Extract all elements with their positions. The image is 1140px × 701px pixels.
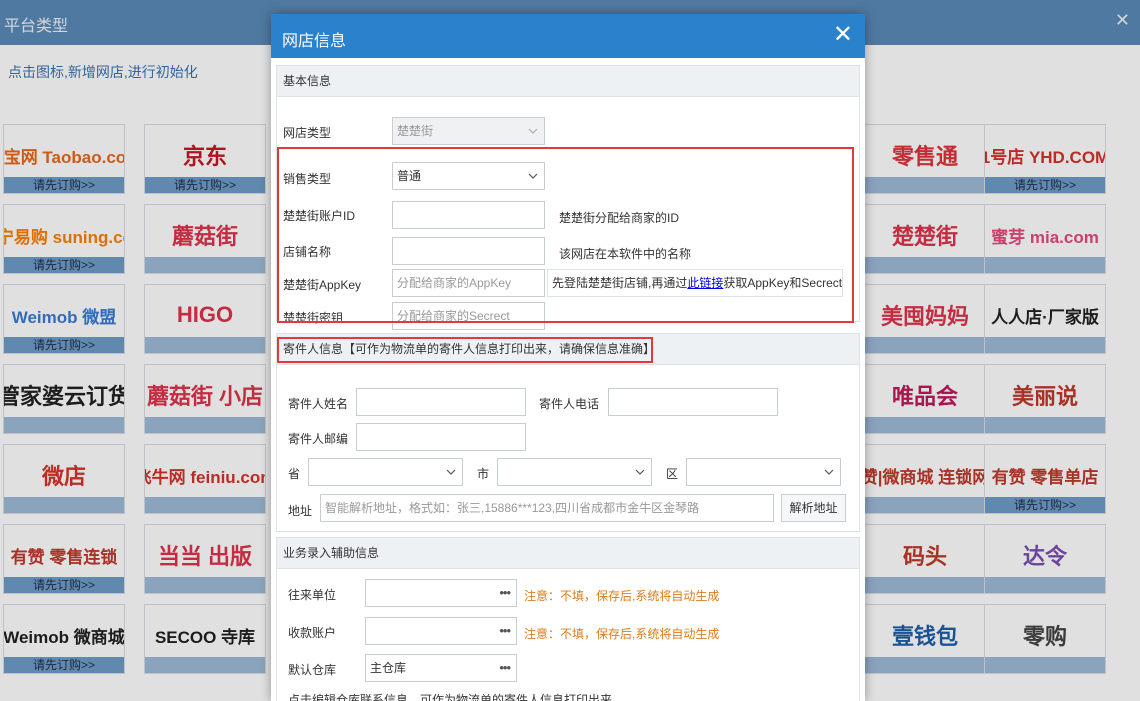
chevron-down-icon <box>528 128 538 134</box>
dialog-body: 基本信息 网店类型 楚楚街 销售类型 普通 楚楚街账户ID 楚楚街分配给商家的I… <box>271 58 865 701</box>
dialog-header: 网店信息 ✕ <box>271 14 865 58</box>
receipt-account-note: 注意：不填，保存后,系统将自动生成 <box>524 627 720 641</box>
city-select[interactable] <box>497 458 652 486</box>
chevron-down-icon <box>635 469 645 475</box>
shop-info-dialog: 网店信息 ✕ 基本信息 网店类型 楚楚街 销售类型 普通 楚楚街账户ID 楚楚街… <box>271 14 865 701</box>
sender-name-label: 寄件人姓名 <box>288 397 349 411</box>
more-icon[interactable]: ••• <box>499 655 511 681</box>
close-icon[interactable]: ✕ <box>833 23 853 47</box>
dialog-title: 网店信息 <box>282 33 347 50</box>
province-select[interactable] <box>308 458 463 486</box>
more-icon[interactable]: ••• <box>499 580 511 606</box>
parse-address-button[interactable]: 解析地址 <box>781 494 846 522</box>
shop-type-select[interactable]: 楚楚街 <box>392 117 545 145</box>
business-info-section: 业务录入辅助信息 <box>276 537 860 701</box>
warehouse-input[interactable]: 主仓库 ••• <box>365 654 517 682</box>
shop-type-value: 楚楚街 <box>397 124 434 138</box>
shop-type-label: 网店类型 <box>283 126 332 140</box>
highlight-box-sender <box>277 337 653 363</box>
basic-info-header: 基本信息 <box>277 66 859 97</box>
warehouse-value: 主仓库 <box>370 661 407 675</box>
more-icon[interactable]: ••• <box>499 618 511 644</box>
warehouse-label: 默认仓库 <box>288 663 337 677</box>
sender-postcode-input[interactable] <box>356 423 526 451</box>
sender-phone-label: 寄件人电话 <box>539 397 600 411</box>
business-info-header: 业务录入辅助信息 <box>277 538 859 569</box>
chevron-down-icon <box>446 469 456 475</box>
chevron-down-icon <box>824 469 834 475</box>
sender-phone-input[interactable] <box>608 388 778 416</box>
receipt-account-input[interactable]: ••• <box>365 617 517 645</box>
highlight-box-basic <box>277 147 854 323</box>
province-label: 省 <box>288 467 301 481</box>
address-input[interactable]: 智能解析地址，格式如：张三,15886***123,四川省成都市金牛区金琴路 <box>320 494 774 522</box>
district-select[interactable] <box>686 458 841 486</box>
city-label: 市 <box>477 467 490 481</box>
partner-input[interactable]: ••• <box>365 579 517 607</box>
sender-name-input[interactable] <box>356 388 526 416</box>
partner-note: 注意：不填，保存后,系统将自动生成 <box>524 589 720 603</box>
partner-label: 往来单位 <box>288 588 337 602</box>
address-label: 地址 <box>288 504 313 518</box>
receipt-account-label: 收款账户 <box>288 626 337 640</box>
district-label: 区 <box>666 467 679 481</box>
sender-postcode-label: 寄件人邮编 <box>288 432 349 446</box>
warehouse-contact-text[interactable]: 点击编辑仓库联系信息，可作为物流单的寄件人信息打印出来 <box>288 691 612 701</box>
